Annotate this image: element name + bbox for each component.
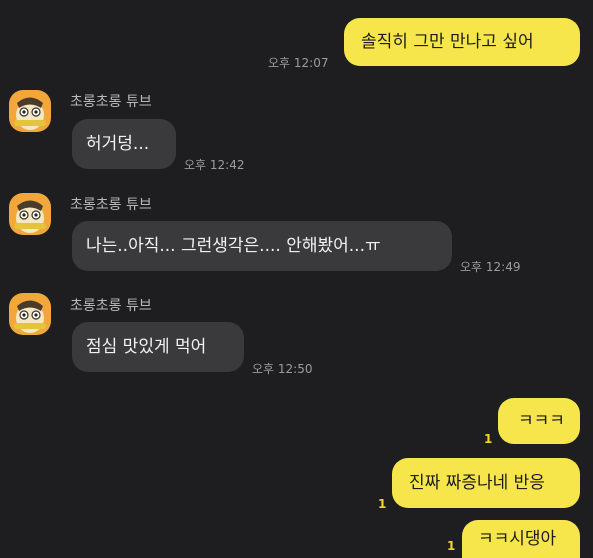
my-message-bubble[interactable]: ㅋㅋㅋ xyxy=(498,398,580,444)
their-message-bubble[interactable]: 허거덩... xyxy=(72,119,176,169)
tube-character-icon xyxy=(14,97,46,130)
message-text: 진짜 짜증나네 반응 xyxy=(409,473,545,493)
message-text: ㅋㅋㅋ xyxy=(518,411,565,431)
their-message-bubble[interactable]: 점심 맛있게 먹어 xyxy=(72,322,244,372)
sender-avatar[interactable] xyxy=(9,293,51,335)
chat-message-list[interactable]: 솔직히 그만 만나고 싶어 오후 12:07 초롱초롱 튜브 허거덩... 오후… xyxy=(0,0,593,558)
message-text: 허거덩... xyxy=(86,134,150,154)
message-text: 솔직히 그만 만나고 싶어 xyxy=(361,32,534,52)
my-message-bubble[interactable]: 진짜 짜증나네 반응 xyxy=(392,458,580,508)
message-time: 오후 12:50 xyxy=(252,362,313,376)
sender-avatar[interactable] xyxy=(9,90,51,132)
unread-count: 1 xyxy=(378,497,387,511)
sender-name: 초롱초롱 튜브 xyxy=(70,197,152,213)
their-message-bubble[interactable]: 나는..아직... 그런생각은.... 안해봤어...ㅠ xyxy=(72,221,452,271)
tube-character-icon xyxy=(14,200,46,233)
sender-name: 초롱초롱 튜브 xyxy=(70,298,152,314)
message-time: 오후 12:49 xyxy=(460,260,521,274)
tube-character-icon xyxy=(14,300,46,333)
message-text: 점심 맛있게 먹어 xyxy=(86,337,207,357)
unread-count: 1 xyxy=(484,432,493,446)
message-text: ㅋㅋ시댕아 xyxy=(478,529,557,549)
my-message-bubble[interactable]: 솔직히 그만 만나고 싶어 xyxy=(344,18,580,66)
unread-count: 1 xyxy=(447,539,456,553)
message-time: 오후 12:42 xyxy=(184,158,245,172)
message-text: 나는..아직... 그런생각은.... 안해봤어...ㅠ xyxy=(86,236,381,256)
sender-name: 초롱초롱 튜브 xyxy=(70,94,152,110)
sender-avatar[interactable] xyxy=(9,193,51,235)
my-message-bubble[interactable]: ㅋㅋ시댕아 xyxy=(462,520,580,558)
message-time: 오후 12:07 xyxy=(268,56,329,70)
